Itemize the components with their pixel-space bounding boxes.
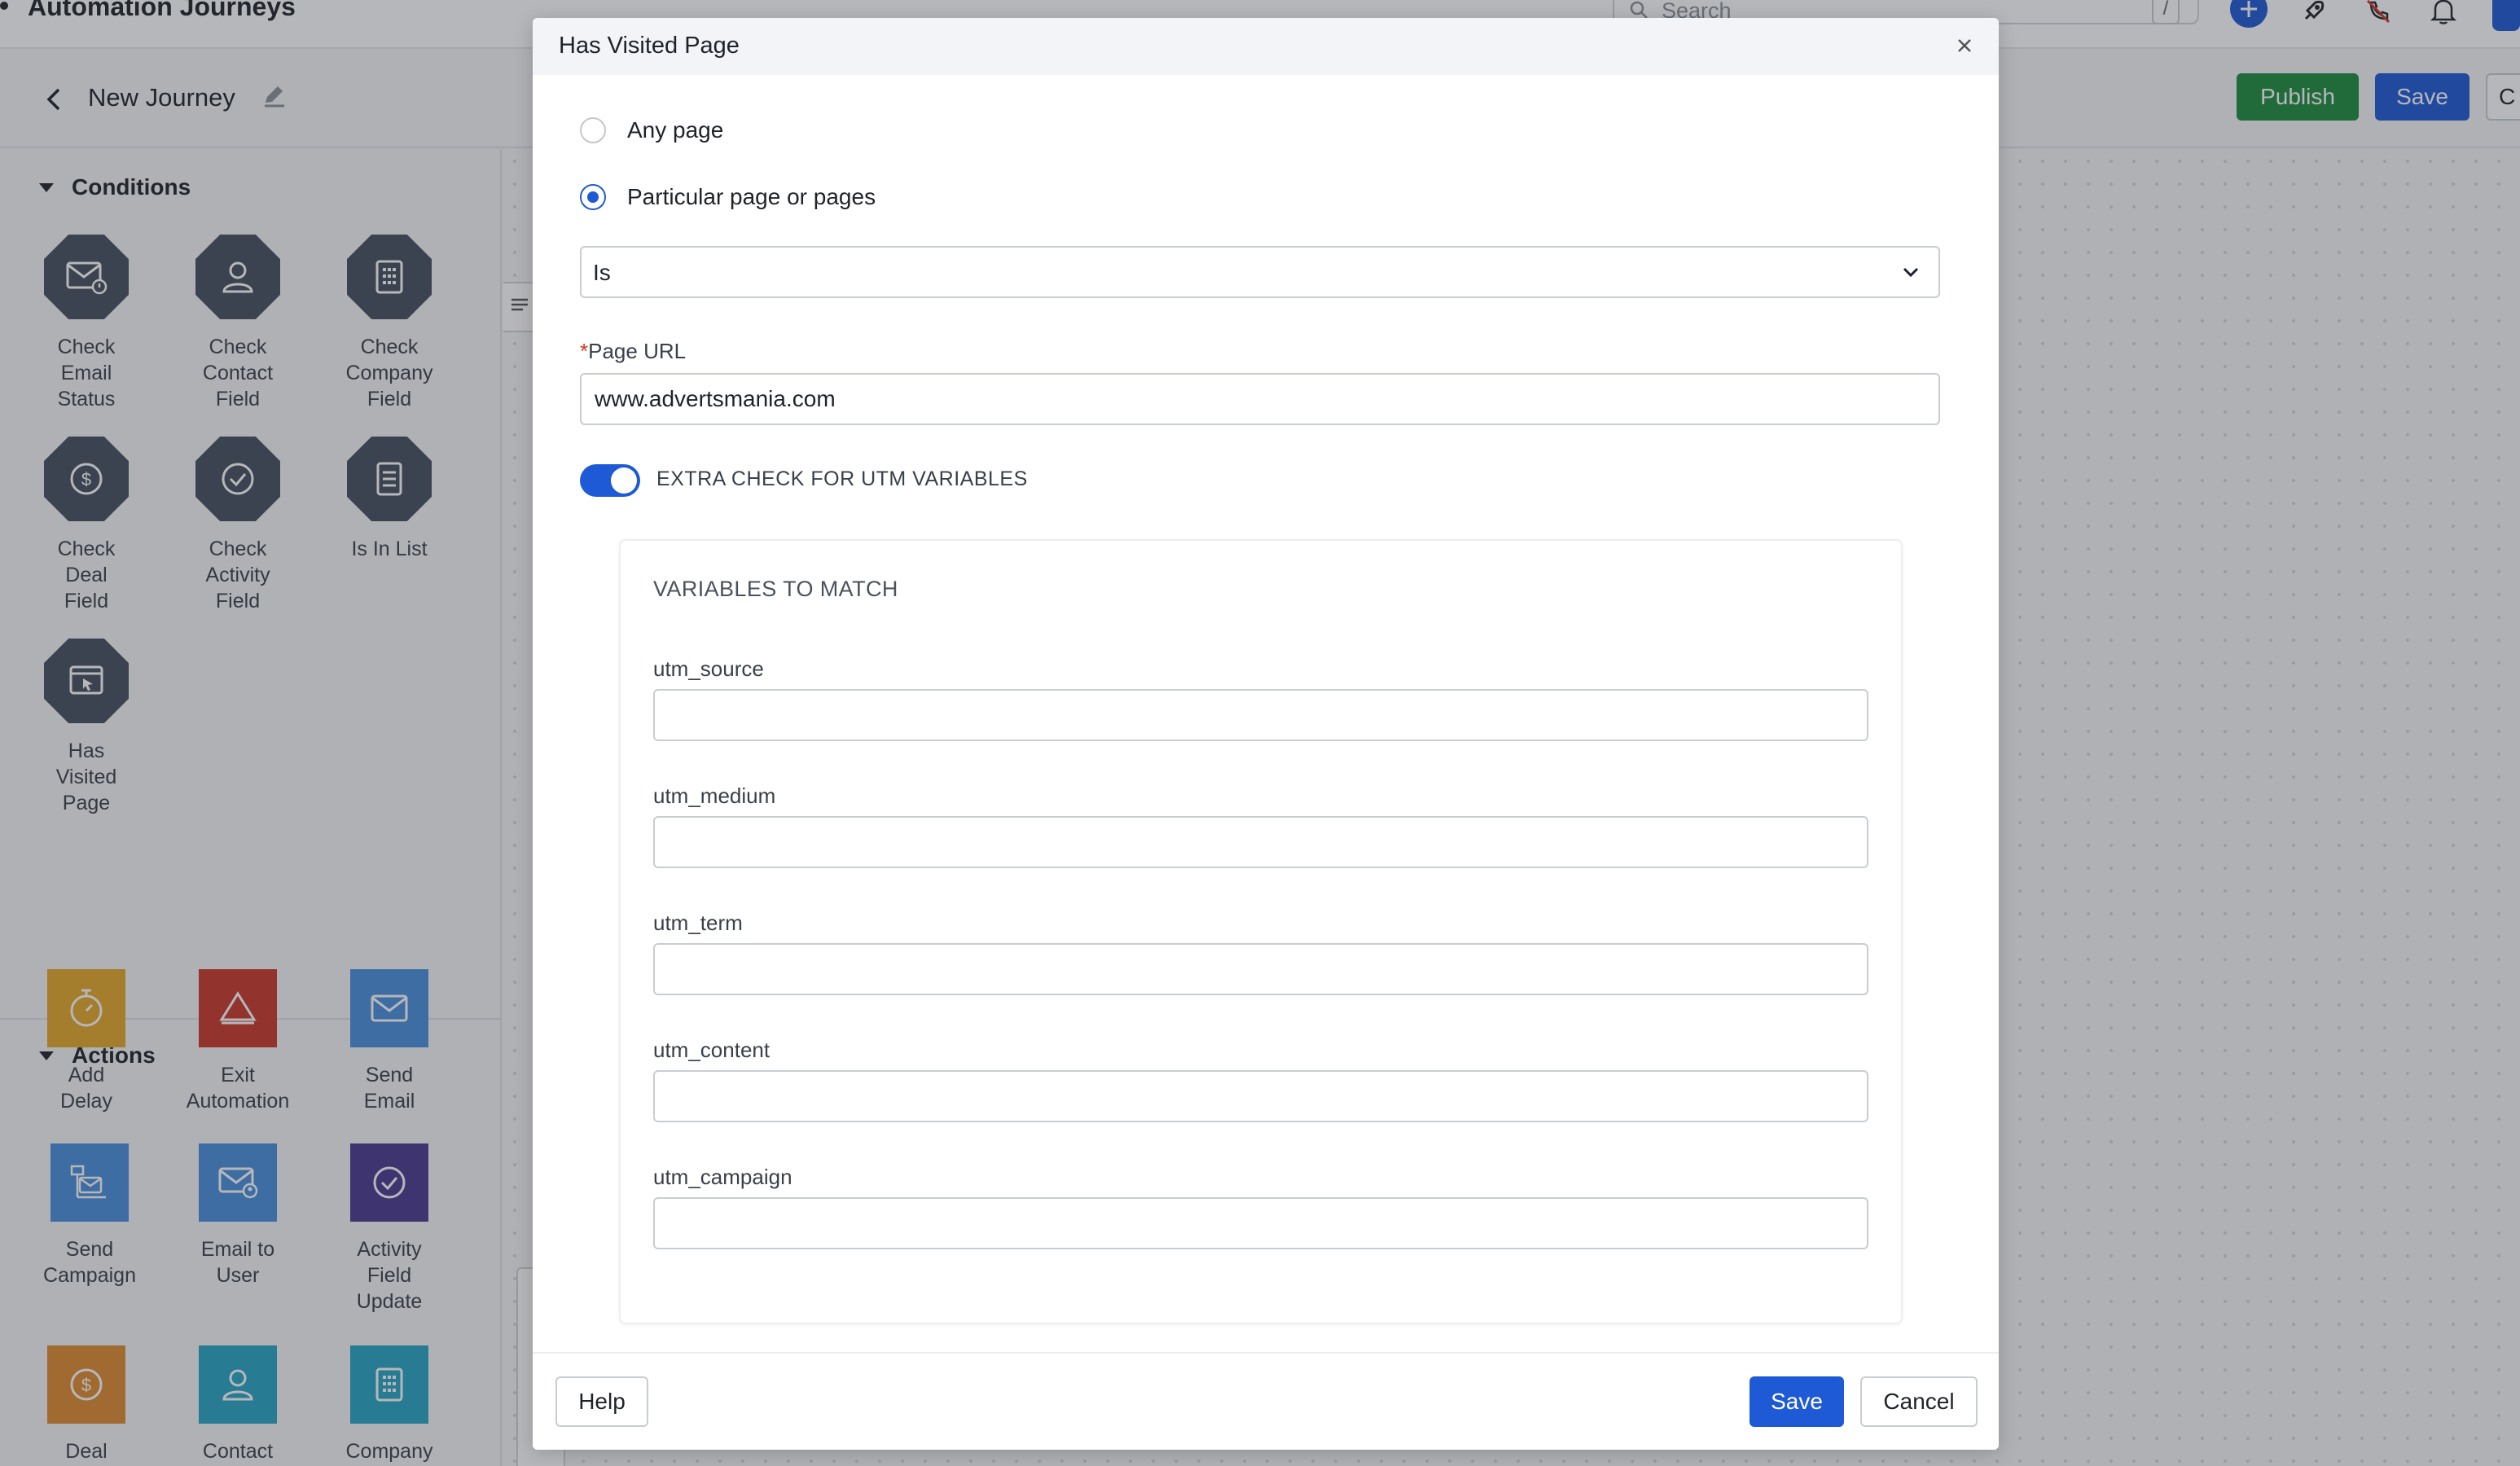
radio-button-selected[interactable] — [580, 184, 606, 210]
has-visited-page-dialog: Has Visited Page Any page Particular pag… — [533, 18, 1999, 1450]
save-button[interactable]: Save — [1750, 1376, 1844, 1427]
cancel-button[interactable]: Cancel — [1860, 1376, 1978, 1427]
utm-section-title: VARIABLES TO MATCH — [653, 577, 898, 601]
utm-toggle[interactable] — [580, 464, 640, 497]
required-asterisk: * — [580, 339, 589, 363]
utm-content-input[interactable] — [653, 1070, 1868, 1122]
dialog-header: Has Visited Page — [533, 18, 1999, 75]
page-url-input[interactable] — [580, 373, 1940, 425]
utm-toggle-label: EXTRA CHECK FOR UTM VARIABLES — [656, 467, 1028, 490]
utm-content-label: utm_content — [653, 1038, 770, 1062]
utm-medium-label: utm_medium — [653, 783, 776, 808]
help-button[interactable]: Help — [555, 1376, 648, 1427]
page-url-label: *Page URL — [580, 339, 687, 363]
radio-button[interactable] — [580, 117, 606, 143]
radio-any-page[interactable]: Any page — [580, 117, 723, 143]
utm-campaign-input[interactable] — [653, 1197, 1868, 1249]
utm-term-input[interactable] — [653, 943, 1868, 995]
chevron-down-icon — [1903, 267, 1919, 278]
utm-medium-input[interactable] — [653, 816, 1868, 868]
utm-source-input[interactable] — [653, 689, 1868, 741]
operator-select[interactable]: Is — [580, 246, 1940, 298]
utm-campaign-label: utm_campaign — [653, 1165, 792, 1189]
toggle-knob — [611, 467, 637, 494]
operator-select-value: Is — [593, 260, 611, 285]
utm-variables-panel: VARIABLES TO MATCH utm_source utm_medium… — [619, 539, 1903, 1324]
dialog-footer: Help Save Cancel — [533, 1352, 1999, 1450]
utm-source-label: utm_source — [653, 656, 764, 681]
utm-term-label: utm_term — [653, 911, 743, 935]
radio-particular-pages[interactable]: Particular page or pages — [580, 184, 876, 210]
close-icon[interactable] — [1948, 29, 1981, 62]
dialog-title: Has Visited Page — [559, 33, 740, 59]
